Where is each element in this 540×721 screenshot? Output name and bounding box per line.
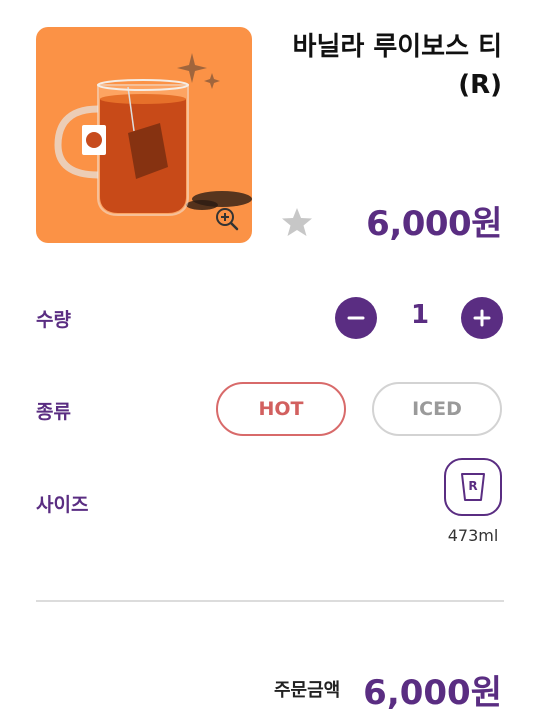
- minus-icon: [347, 316, 365, 320]
- quantity-increase-button[interactable]: [461, 297, 503, 339]
- product-name: 바닐라 루이보스 티(R): [292, 32, 502, 100]
- plus-icon: [473, 309, 491, 327]
- temperature-label: 종류: [36, 401, 71, 423]
- quantity-label: 수량: [36, 309, 71, 331]
- product-price: 6,000원: [366, 204, 502, 244]
- size-label: 사이즈: [36, 494, 89, 516]
- size-regular-button[interactable]: R: [444, 458, 502, 516]
- iced-option-button[interactable]: ICED: [372, 382, 502, 436]
- divider: [36, 600, 504, 602]
- order-total-label: 주문금액: [274, 680, 341, 701]
- hot-option-button[interactable]: HOT: [216, 382, 346, 436]
- order-total-price: 6,000원: [363, 673, 502, 713]
- zoom-in-icon[interactable]: [214, 206, 240, 232]
- size-volume: 473ml: [447, 526, 499, 545]
- quantity-value: 1: [410, 300, 430, 330]
- star-icon[interactable]: [280, 205, 314, 239]
- size-letter: R: [468, 479, 477, 493]
- cup-icon: R: [461, 473, 485, 501]
- quantity-decrease-button[interactable]: [335, 297, 377, 339]
